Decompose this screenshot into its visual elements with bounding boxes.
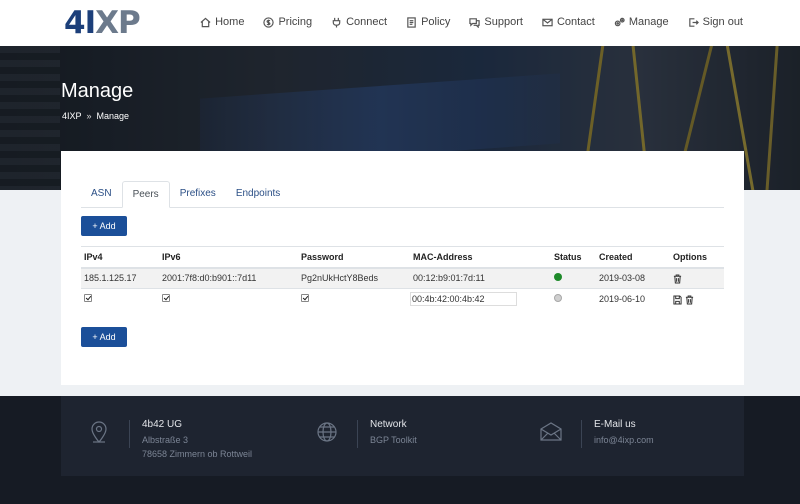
tab-bar: ASN Peers Prefixes Endpoints: [81, 181, 724, 208]
tab-endpoints[interactable]: Endpoints: [226, 181, 290, 208]
trash-icon[interactable]: [685, 295, 694, 305]
navbar: 4IXP Home Pricing Connect Policy Support…: [0, 0, 800, 46]
footer-email-link[interactable]: info@4ixp.com: [594, 433, 654, 447]
gears-icon: [614, 17, 625, 26]
plug-icon: [332, 17, 341, 28]
nav-connect-label: Connect: [346, 16, 388, 28]
table-header-row: IPv4 IPv6 Password MAC-Address Status Cr…: [81, 246, 724, 269]
tab-asn[interactable]: ASN: [81, 181, 122, 208]
nav-connect[interactable]: Connect: [331, 16, 387, 28]
footer-company-street: Albstraße 3: [142, 435, 189, 445]
footer-network-title: Network: [370, 419, 407, 430]
footer-company-title: 4b42 UG: [142, 419, 183, 430]
footer-network: Network BGP Toolkit: [315, 418, 417, 448]
breadcrumb-current: Manage: [96, 111, 130, 121]
nav-manage[interactable]: Manage: [614, 16, 669, 28]
password-checkbox[interactable]: [301, 294, 309, 303]
tab-peers[interactable]: Peers: [121, 181, 170, 208]
status-active-indicator: [554, 273, 562, 282]
ipv6-checkbox[interactable]: [162, 294, 170, 303]
trash-icon[interactable]: [673, 274, 682, 284]
footer-company-text: 4b42 UG Albstraße 3 78658 Zimmern ob Rot…: [142, 418, 252, 461]
cell-password: Pg2nUkHctY8Beds: [298, 267, 410, 289]
page-title: Manage: [61, 80, 134, 102]
col-mac-address: MAC-Address: [410, 246, 551, 269]
home-icon: [200, 17, 211, 27]
tab-prefixes[interactable]: Prefixes: [170, 181, 226, 208]
location-pin-icon: [87, 420, 117, 448]
add-peer-button-top[interactable]: + Add: [81, 216, 127, 236]
envelope-icon: [539, 420, 569, 448]
footer-company: 4b42 UG Albstraße 3 78658 Zimmern ob Rot…: [87, 418, 252, 461]
globe-icon: [315, 420, 345, 448]
footer-email: E-Mail us info@4ixp.com: [539, 418, 654, 448]
add-peer-button-bottom[interactable]: + Add: [81, 327, 127, 347]
cell-ipv4-checkbox: [81, 288, 159, 310]
nav-sign-out[interactable]: Sign out: [688, 16, 743, 28]
cell-created: 2019-03-08: [596, 267, 670, 289]
cell-options: [670, 267, 724, 289]
dollar-icon: [263, 16, 275, 28]
nav-contact-label: Contact: [556, 16, 595, 28]
nav-support[interactable]: Support: [469, 16, 523, 28]
cell-password-checkbox: [298, 288, 410, 310]
cell-mac-address: 00:12:b9:01:7d:11: [410, 267, 551, 289]
nav-contact[interactable]: Contact: [542, 16, 595, 28]
status-inactive-indicator: [554, 294, 562, 303]
footer-email-title: E-Mail us: [594, 419, 636, 430]
footer: 4b42 UG Albstraße 3 78658 Zimmern ob Rot…: [0, 396, 800, 504]
nav-home-label: Home: [215, 16, 245, 28]
mail-icon: [542, 18, 553, 26]
breadcrumb: 4IXP » Manage: [62, 111, 129, 121]
col-status: Status: [551, 246, 596, 269]
cell-created: 2019-06-10: [596, 288, 670, 310]
nav-manage-label: Manage: [628, 16, 669, 28]
col-ipv4: IPv4: [81, 246, 159, 269]
col-created: Created: [596, 246, 670, 269]
footer-network-link[interactable]: BGP Toolkit: [370, 433, 417, 447]
cell-options: [670, 288, 724, 310]
logo[interactable]: 4IXP: [64, 5, 141, 41]
col-password: Password: [298, 246, 410, 269]
save-icon[interactable]: [673, 295, 682, 305]
manage-card: ASN Peers Prefixes Endpoints + Add IPv4 …: [61, 151, 744, 385]
cell-ipv4: 185.1.125.17: [81, 267, 159, 289]
cell-ipv6-checkbox: [159, 288, 298, 310]
logo-part-1: 4I: [64, 5, 96, 41]
cell-mac-input: [410, 288, 551, 310]
footer-network-text: Network BGP Toolkit: [370, 418, 417, 448]
chat-icon: [469, 17, 481, 28]
footer-divider: [129, 420, 130, 448]
cell-status: [551, 288, 596, 310]
col-options: Options: [670, 246, 724, 269]
footer-email-text: E-Mail us info@4ixp.com: [594, 418, 654, 448]
chevron-double-right-icon: »: [86, 111, 92, 121]
footer-divider: [581, 420, 582, 448]
col-ipv6: IPv6: [159, 246, 298, 269]
nav-policy[interactable]: Policy: [406, 16, 450, 28]
cell-status: [551, 267, 596, 289]
document-icon: [407, 16, 416, 28]
nav-home[interactable]: Home: [200, 16, 244, 28]
mac-address-input[interactable]: [410, 292, 517, 307]
nav-pricing-label: Pricing: [278, 16, 313, 28]
footer-contact-bar: 4b42 UG Albstraße 3 78658 Zimmern ob Rot…: [61, 396, 744, 476]
peers-table: IPv4 IPv6 Password MAC-Address Status Cr…: [81, 246, 724, 310]
ipv4-checkbox[interactable]: [84, 294, 92, 303]
breadcrumb-home[interactable]: 4IXP: [62, 111, 82, 121]
footer-company-city: 78658 Zimmern ob Rottweil: [142, 449, 253, 459]
cell-ipv6: 2001:7f8:d0:b901::7d11: [159, 267, 298, 289]
table-row-edit: 2019-06-10: [81, 288, 724, 310]
footer-divider: [357, 420, 358, 448]
nav-pricing[interactable]: Pricing: [263, 16, 312, 28]
nav-sign-out-label: Sign out: [702, 16, 743, 28]
main-nav: Home Pricing Connect Policy Support Cont…: [200, 16, 743, 28]
nav-policy-label: Policy: [421, 16, 451, 28]
logo-part-2: XP: [95, 5, 141, 41]
sign-out-icon: [688, 17, 699, 27]
nav-support-label: Support: [484, 16, 523, 28]
table-row: 185.1.125.17 2001:7f8:d0:b901::7d11 Pg2n…: [81, 267, 724, 289]
